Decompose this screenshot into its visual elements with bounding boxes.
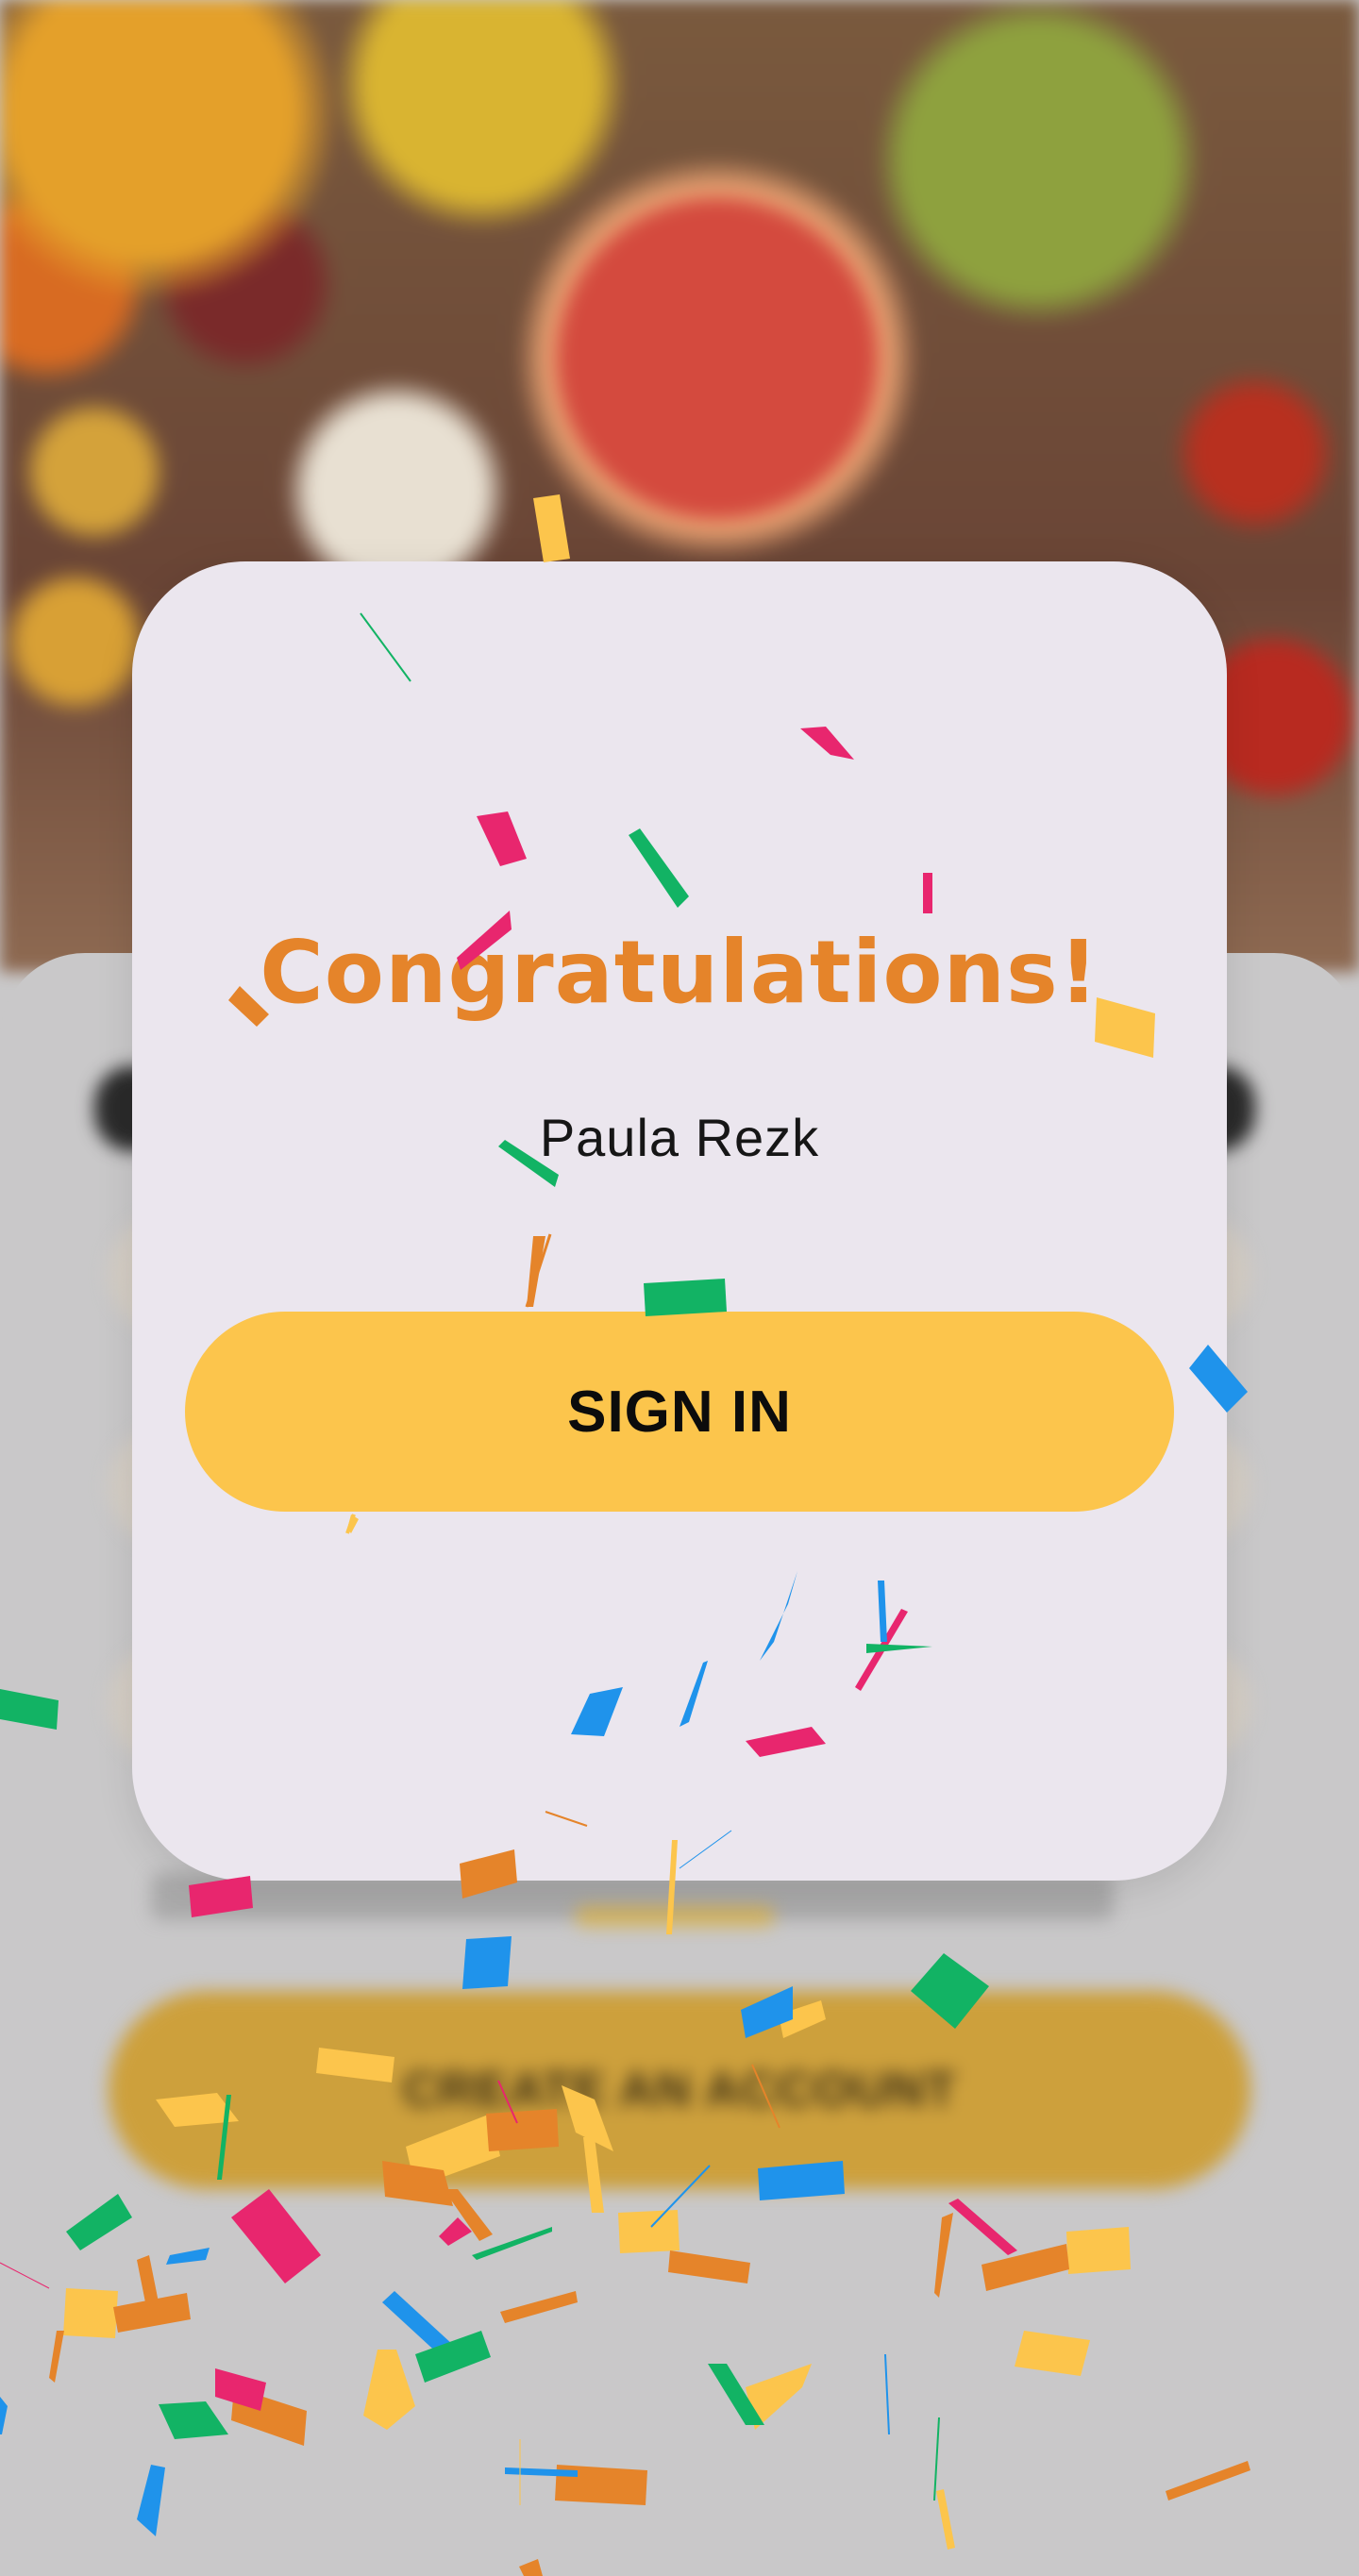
congratulations-dialog [132, 561, 1227, 1881]
sign-in-button[interactable]: SIGN IN [185, 1312, 1174, 1512]
sign-in-label: SIGN IN [567, 1379, 792, 1445]
dialog-title: Congratulations! [260, 922, 1099, 1023]
user-name: Paula Rezk [539, 1108, 820, 1167]
background-link [576, 1906, 774, 1927]
background-create-account-label: CREATE AN ACCOUNT [402, 2063, 957, 2117]
background-create-account-button: CREATE AN ACCOUNT [109, 1991, 1250, 2189]
